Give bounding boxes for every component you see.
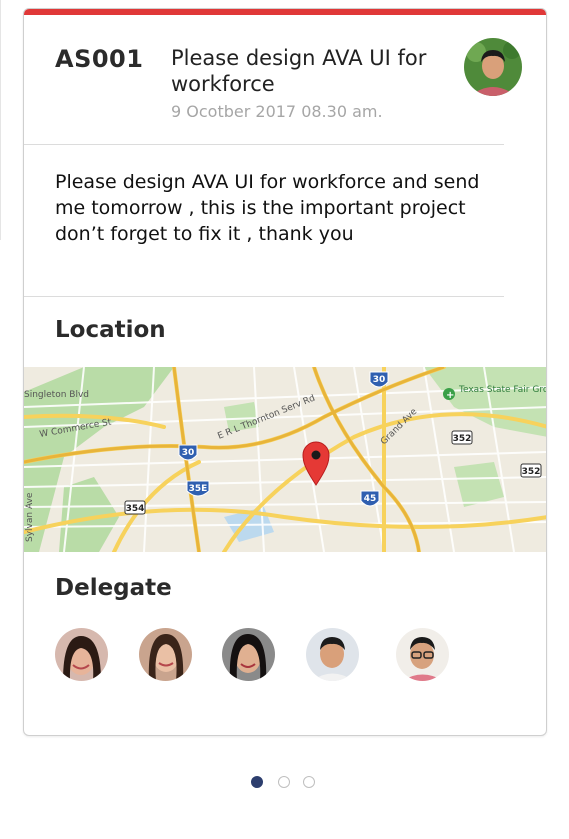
map-label-fairgrounds: Texas State Fair Grounds <box>458 385 547 395</box>
shield-352-a: 352 <box>453 434 472 444</box>
location-heading: Location <box>55 317 166 343</box>
svg-text:+: + <box>446 390 454 401</box>
avatar-image <box>464 38 522 96</box>
pager-dot[interactable] <box>278 776 290 788</box>
delegate-avatar[interactable] <box>222 628 275 681</box>
pager-dot[interactable] <box>303 776 315 788</box>
task-card[interactable]: AS001 Please design AVA UI for workforce… <box>23 8 547 736</box>
task-header: AS001 Please design AVA UI for workforce… <box>24 9 546 145</box>
delegate-avatar[interactable] <box>306 628 359 681</box>
shield-354: 354 <box>126 504 145 514</box>
map-label-sylvan: Sylvan Ave <box>25 492 35 542</box>
description-divider <box>24 296 504 297</box>
left-edge-line <box>0 0 1 240</box>
delegate-avatar[interactable] <box>55 628 108 681</box>
delegate-avatar[interactable] <box>139 628 192 681</box>
shield-352-b: 352 <box>522 467 541 477</box>
task-title: Please design AVA UI for workforce <box>171 46 427 96</box>
shield-45: 45 <box>364 494 377 504</box>
location-map[interactable]: Singleton Blvd W Commerce St E R L Thorn… <box>24 367 547 552</box>
owner-avatar[interactable] <box>464 38 522 96</box>
task-date: 9 Ocotber 2017 08.30 am. <box>171 102 383 121</box>
task-description: Please design AVA UI for workforce and s… <box>55 171 480 245</box>
delegate-heading: Delegate <box>55 575 172 601</box>
task-id: AS001 <box>55 45 144 73</box>
header-divider <box>24 144 504 145</box>
map-graphic: Singleton Blvd W Commerce St E R L Thorn… <box>24 367 547 552</box>
delegate-avatar[interactable] <box>396 628 449 681</box>
pager-dot-active[interactable] <box>251 776 263 788</box>
map-label-singleton: Singleton Blvd <box>24 390 89 400</box>
shield-35e: 35E <box>189 484 208 494</box>
shield-30-top: 30 <box>373 375 386 385</box>
shield-30-mid: 30 <box>182 448 195 458</box>
